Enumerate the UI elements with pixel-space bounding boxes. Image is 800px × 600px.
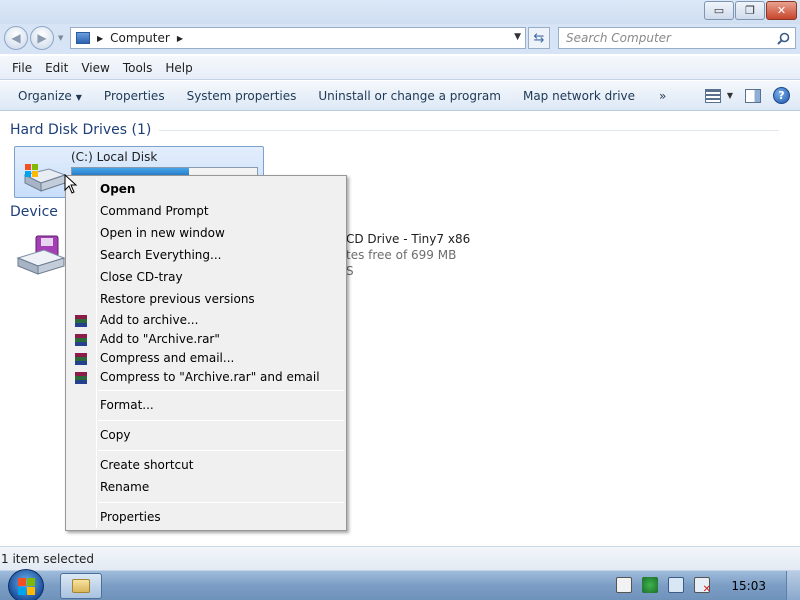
start-button[interactable] (8, 569, 44, 600)
group-header-label: Device (10, 204, 58, 220)
windows-logo-icon (26, 577, 35, 586)
refresh-icon: ⇆ (533, 30, 545, 46)
title-bar: ▭ ❐ ✕ (0, 0, 800, 24)
menu-separator (98, 450, 344, 451)
forward-arrow-icon: ▶ (37, 31, 47, 45)
menu-item-restore-previous-versions[interactable]: Restore previous versions (100, 292, 255, 306)
organize-button[interactable]: Organize ▼ (10, 89, 90, 103)
restore-button[interactable]: ❐ (735, 1, 765, 20)
menu-separator (98, 502, 344, 503)
map-network-drive-button[interactable]: Map network drive (515, 89, 643, 103)
properties-button[interactable]: Properties (96, 89, 173, 103)
menu-item-open[interactable]: Open (100, 182, 135, 196)
address-bar[interactable]: ▶ Computer ▶ ▼ (70, 27, 526, 49)
caption-buttons: ▭ ❐ ✕ (704, 1, 797, 20)
devices-header[interactable]: Device (10, 204, 58, 220)
menu-item-create-shortcut[interactable]: Create shortcut (100, 458, 193, 472)
recent-pages-dropdown-icon[interactable]: ▼ (58, 34, 63, 42)
uninstall-program-button[interactable]: Uninstall or change a program (310, 89, 509, 103)
windows-logo-icon (17, 586, 26, 595)
back-button[interactable]: ◀ (4, 26, 28, 50)
notes-tray-icon[interactable] (616, 577, 632, 593)
organize-label: Organize (18, 88, 72, 103)
menu-item-search-everything[interactable]: Search Everything... (100, 248, 221, 262)
menu-item-properties[interactable]: Properties (100, 510, 161, 524)
winrar-icon (75, 353, 87, 365)
forward-button[interactable]: ▶ (30, 26, 54, 50)
menu-item-command-prompt[interactable]: Command Prompt (100, 204, 209, 218)
breadcrumb-arrow-icon[interactable]: ▶ (97, 34, 103, 43)
help-icon[interactable]: ? (773, 87, 790, 104)
show-desktop-button[interactable] (786, 571, 800, 600)
taskbar-explorer-button[interactable] (60, 573, 102, 599)
hard-disk-drives-header[interactable]: Hard Disk Drives (1) (10, 122, 780, 138)
menu-bar: File Edit View Tools Help (0, 56, 800, 80)
minimize-button[interactable]: ▭ (704, 1, 734, 20)
command-bar: Organize ▼ Properties System properties U… (0, 81, 800, 111)
menu-tools[interactable]: Tools (123, 61, 153, 75)
menu-edit[interactable]: Edit (45, 61, 68, 75)
search-input[interactable] (566, 31, 766, 45)
computer-icon (76, 32, 90, 44)
group-header-label: Hard Disk Drives (1) (10, 122, 152, 138)
search-box[interactable] (558, 27, 796, 49)
menu-item-format[interactable]: Format... (100, 398, 154, 412)
cd-drive-filesystem: S (346, 264, 354, 278)
cd-drive-free-space: tes free of 699 MB (346, 248, 457, 262)
menu-item-add-to-archive-rar[interactable]: Add to "Archive.rar" (100, 332, 220, 346)
close-button[interactable]: ✕ (766, 1, 797, 20)
breadcrumb-arrow-icon[interactable]: ▶ (177, 34, 183, 43)
folder-icon (72, 579, 90, 593)
change-view-icon[interactable] (704, 88, 721, 103)
back-arrow-icon: ◀ (11, 31, 21, 45)
status-text: 1 item selected (1, 551, 95, 566)
system-drive-icon (23, 164, 67, 192)
menu-view[interactable]: View (81, 61, 109, 75)
drive-c-label: (C:) Local Disk (71, 150, 158, 164)
winrar-icon (75, 334, 87, 346)
chevron-down-icon: ▼ (75, 92, 82, 102)
menu-item-compress-and-email[interactable]: Compress and email... (100, 351, 234, 365)
search-icon[interactable] (777, 32, 790, 45)
cd-drive-label: CD Drive - Tiny7 x86 (346, 232, 471, 246)
menu-item-compress-to-rar-and-email[interactable]: Compress to "Archive.rar" and email (100, 370, 320, 384)
menu-file[interactable]: File (12, 61, 32, 75)
volume-muted-tray-icon[interactable]: ✕ (694, 577, 711, 595)
menu-item-rename[interactable]: Rename (100, 480, 149, 494)
more-commands-button[interactable]: » (659, 89, 666, 103)
system-properties-button[interactable]: System properties (179, 89, 305, 103)
view-controls: ▼ ? (704, 87, 790, 104)
preview-pane-icon[interactable] (745, 88, 761, 103)
menu-item-add-to-archive[interactable]: Add to archive... (100, 313, 198, 327)
address-dropdown-icon[interactable]: ▼ (514, 32, 521, 42)
menu-separator (98, 420, 344, 421)
context-menu: Open Command Prompt Open in new window S… (65, 175, 347, 531)
taskbar-clock[interactable]: 15:03 (731, 579, 766, 593)
menu-item-open-new-window[interactable]: Open in new window (100, 226, 225, 240)
mouse-cursor-icon (64, 174, 78, 194)
menu-item-copy[interactable]: Copy (100, 428, 130, 442)
breadcrumb-computer[interactable]: Computer (110, 31, 170, 45)
chevron-down-icon[interactable]: ▼ (727, 91, 733, 100)
group-divider (159, 129, 780, 131)
winrar-icon (75, 372, 87, 384)
cd-drive-icon (16, 235, 66, 275)
windows-logo-icon (26, 586, 35, 595)
menu-help[interactable]: Help (165, 61, 192, 75)
network-tray-icon[interactable] (668, 577, 684, 593)
security-tray-icon[interactable] (642, 577, 658, 593)
address-row: ◀ ▶ ▼ ▶ Computer ▶ ▼ ⇆ (0, 24, 800, 54)
refresh-button[interactable]: ⇆ (528, 27, 550, 49)
winrar-icon (75, 315, 87, 327)
taskbar: ✕ 15:03 (0, 569, 800, 600)
menu-separator (98, 390, 344, 391)
menu-item-close-cd-tray[interactable]: Close CD-tray (100, 270, 183, 284)
status-bar: 1 item selected (0, 546, 800, 570)
menu-gutter (96, 178, 97, 528)
windows-logo-icon (17, 577, 26, 586)
system-tray: ✕ (616, 577, 711, 595)
